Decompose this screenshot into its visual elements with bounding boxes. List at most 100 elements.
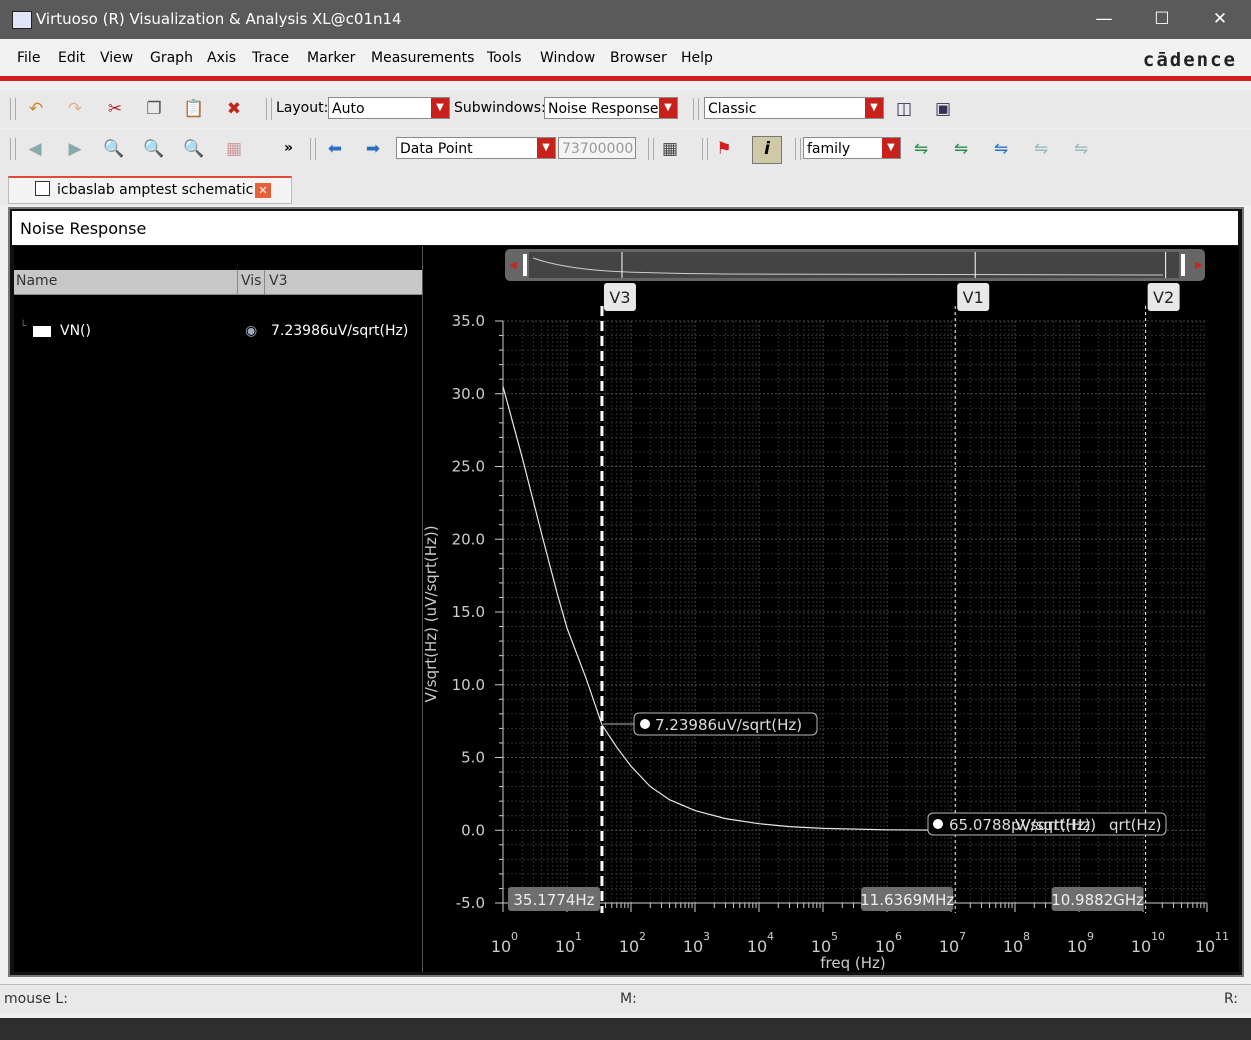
toolbar-grip[interactable] <box>310 138 316 160</box>
toolbar-grip[interactable] <box>795 138 801 160</box>
cut-icon[interactable]: ✂ <box>103 97 127 121</box>
menu-help[interactable]: Help <box>681 50 713 66</box>
toolbar-grip[interactable] <box>702 138 708 160</box>
trace-refresh-icon[interactable]: ⇋ <box>1069 137 1093 161</box>
calculator-icon[interactable]: ▦ <box>658 137 682 161</box>
cursor-label[interactable]: V2 <box>1153 288 1174 307</box>
trace-value: 7.23986uV/sqrt(Hz) <box>271 323 409 339</box>
plot-area[interactable]: ◀ ▶ 35.0 30.0 25.0 20.0 15.0 10.0 5.0 0.0 -5.0 10… <box>422 246 1239 972</box>
paste-icon[interactable]: 📋 <box>182 97 206 121</box>
chevron-down-icon[interactable]: ▼ <box>537 138 555 158</box>
style-select[interactable]: Classic ▼ <box>704 97 884 119</box>
overview-slider[interactable]: ◀ ▶ <box>505 249 1205 281</box>
menu-browser[interactable]: Browser <box>610 50 667 66</box>
subwindows-label: Subwindows: <box>454 100 546 116</box>
cursor-label[interactable]: V3 <box>609 288 630 307</box>
marker-readout-tail: qrt(Hz) <box>1109 816 1161 834</box>
marker-value-field[interactable]: 73700000 <box>558 137 636 159</box>
zoom-out-icon[interactable]: 🔍 <box>182 137 206 161</box>
mouse-status: mouse L: <box>4 991 68 1007</box>
x-tick-label: 10 <box>1067 937 1087 956</box>
zoom-fit-icon[interactable]: 🔍 <box>102 137 126 161</box>
slider-handle[interactable] <box>523 254 527 276</box>
trace-table-header: Name Vis V3 <box>14 270 422 295</box>
col-name[interactable]: Name <box>16 273 57 289</box>
x-axis-label: freq (Hz) <box>820 954 886 972</box>
chevron-down-icon[interactable]: ▼ <box>659 98 677 118</box>
menu-view[interactable]: View <box>100 50 133 66</box>
delete-icon[interactable]: ✖ <box>222 97 246 121</box>
slider-right-arrow[interactable]: ▶ <box>1195 260 1203 271</box>
info-icon[interactable]: i <box>752 136 782 164</box>
chevron-down-icon[interactable]: ▼ <box>431 98 449 118</box>
prev-point-icon[interactable]: ⬅ <box>323 137 347 161</box>
toolbar-grip[interactable] <box>10 98 16 120</box>
family-select[interactable]: family ▼ <box>803 137 901 159</box>
maximize-button[interactable]: ☐ <box>1142 6 1182 32</box>
trace-color-swatch[interactable] <box>33 326 51 337</box>
zoom-box-icon[interactable]: ▦ <box>222 137 246 161</box>
col-vis[interactable]: Vis <box>241 273 261 289</box>
trace-icon[interactable]: ⇋ <box>909 137 933 161</box>
minimize-button[interactable]: — <box>1084 6 1124 32</box>
toolbar-grip[interactable] <box>648 138 654 160</box>
window-delete-icon[interactable]: ▣ <box>931 97 955 121</box>
trace-row[interactable]: └ VN() ◉ 7.23986uV/sqrt(Hz) <box>14 318 422 344</box>
menu-window[interactable]: Window <box>540 50 595 66</box>
x-tick-label: 10 <box>683 937 703 956</box>
menu-marker[interactable]: Marker <box>307 50 355 66</box>
toolbar-more-icon[interactable]: » <box>284 140 293 156</box>
marker-type-value: Data Point <box>400 141 473 157</box>
close-button[interactable]: ✕ <box>1200 6 1240 32</box>
menu-measurements[interactable]: Measurements <box>371 50 474 66</box>
undo-icon[interactable]: ↶ <box>24 97 48 121</box>
subwindows-select[interactable]: Noise Response ▼ <box>544 97 678 119</box>
col-v3[interactable]: V3 <box>269 273 287 289</box>
x-tick-label: 10 <box>1003 937 1023 956</box>
copy-icon[interactable]: ❐ <box>142 97 166 121</box>
menu-tools[interactable]: Tools <box>487 50 522 66</box>
toolbar-grip[interactable] <box>10 138 16 160</box>
trace-add-icon[interactable]: ⇋ <box>1029 137 1053 161</box>
redo-icon[interactable]: ↷ <box>63 97 87 121</box>
col-divider[interactable] <box>264 270 265 294</box>
cursor-readout: 11.6369MHz <box>860 891 954 909</box>
x-tick-exponent: 10 <box>1151 930 1165 943</box>
toolbar-grip[interactable] <box>693 98 699 120</box>
cursor-label[interactable]: V1 <box>963 288 984 307</box>
close-icon[interactable]: ✕ <box>255 183 271 198</box>
next-point-icon[interactable]: ➡ <box>361 137 385 161</box>
trace-icon[interactable]: ⇋ <box>989 137 1013 161</box>
trace-icon[interactable]: ⇋ <box>949 137 973 161</box>
y-tick-label: 25.0 <box>452 458 485 476</box>
menu-axis[interactable]: Axis <box>207 50 236 66</box>
layout-select[interactable]: Auto ▼ <box>328 97 450 119</box>
zoom-in-icon[interactable]: 🔍 <box>142 137 166 161</box>
menu-trace[interactable]: Trace <box>252 50 289 66</box>
family-value: family <box>807 141 851 157</box>
menu-file[interactable]: File <box>17 50 40 66</box>
slider-handle[interactable] <box>1181 254 1185 276</box>
toolbar-grip[interactable] <box>266 98 272 120</box>
noise-plot[interactable]: ◀ ▶ 35.030.025.020.015.010.05.00.0-5.010… <box>422 246 1239 972</box>
marker-type-select[interactable]: Data Point ▼ <box>396 137 556 159</box>
flag-icon[interactable]: ⚑ <box>712 137 736 161</box>
x-tick-label: 10 <box>491 937 511 956</box>
chevron-down-icon[interactable]: ▼ <box>882 138 900 158</box>
point-marker-1[interactable]: 7.23986uV/sqrt(Hz) <box>603 712 818 736</box>
tab-schematic[interactable]: icbaslab amptest schematic ✕ <box>8 176 292 204</box>
menu-graph[interactable]: Graph <box>150 50 193 66</box>
eye-icon[interactable]: ◉ <box>245 323 257 339</box>
y-tick-label: 15.0 <box>452 603 485 621</box>
back-icon[interactable]: ◀ <box>23 137 47 161</box>
forward-icon[interactable]: ▶ <box>63 137 87 161</box>
subwindow-icon[interactable]: ◫ <box>892 97 916 121</box>
menu-edit[interactable]: Edit <box>58 50 85 66</box>
point-marker-2[interactable]: 65.0788pV/sqrt(Hz) V/sqrt(Hz) qrt(Hz) <box>927 812 1167 836</box>
x-tick-label: 10 <box>1131 937 1151 956</box>
x-tick-label: 10 <box>555 937 575 956</box>
col-divider[interactable] <box>237 270 238 294</box>
y-tick-label: 35.0 <box>452 312 485 330</box>
chevron-down-icon[interactable]: ▼ <box>865 98 883 118</box>
slider-left-arrow[interactable]: ◀ <box>509 260 517 271</box>
